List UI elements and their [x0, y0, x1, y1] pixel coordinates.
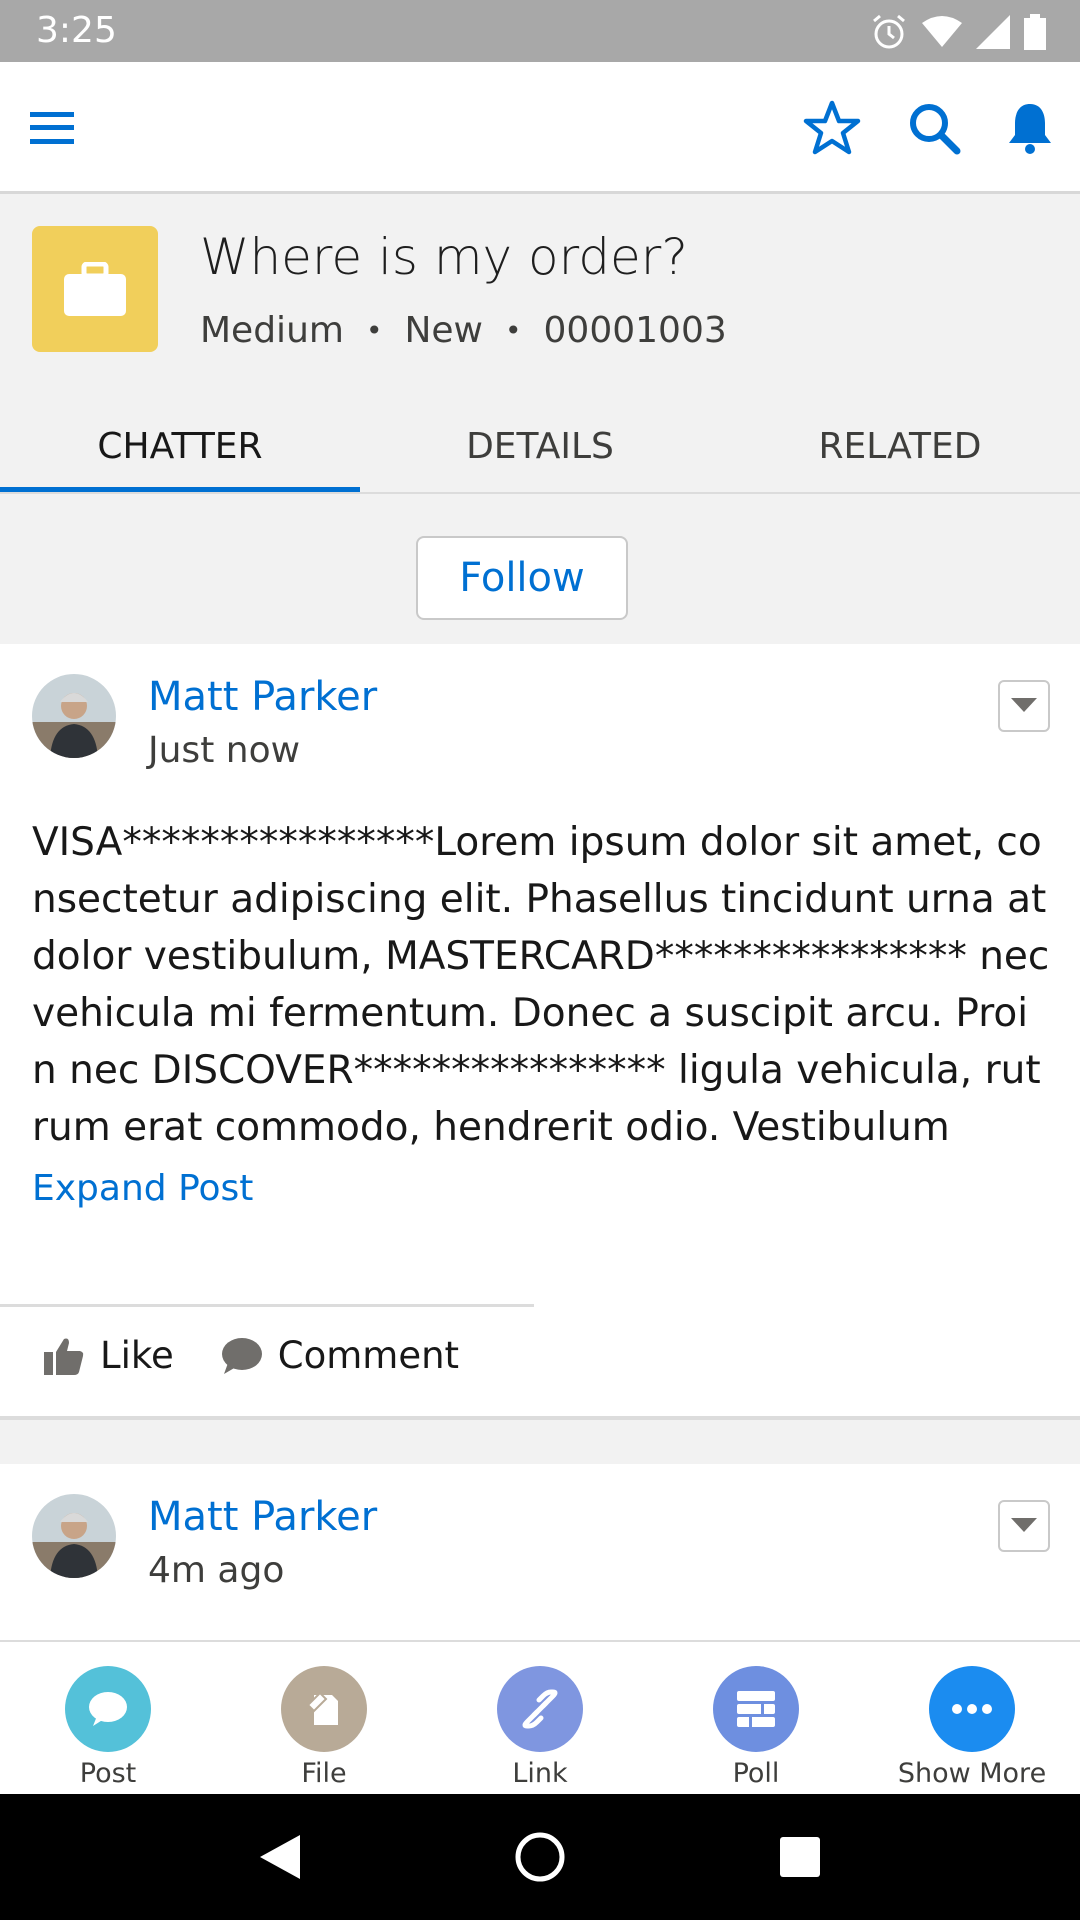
like-button[interactable]: Like: [44, 1334, 174, 1377]
post-menu-button[interactable]: [998, 1500, 1050, 1552]
post-action-circle: [65, 1666, 151, 1752]
meta-separator: •: [365, 314, 383, 347]
link-action-circle: [497, 1666, 583, 1752]
thumbs-up-icon: [44, 1338, 84, 1375]
wifi-icon: [922, 16, 962, 47]
post-body: VISA****************Lorem ipsum dolor si…: [32, 820, 1050, 1150]
post-author[interactable]: Matt Parker: [148, 1494, 377, 1540]
notifications-button[interactable]: [1000, 98, 1060, 158]
follow-button[interactable]: Follow: [416, 536, 628, 620]
record-priority: Medium: [200, 310, 344, 351]
home-circle-icon: [515, 1832, 565, 1882]
file-action[interactable]: File: [216, 1642, 432, 1794]
link-icon: [522, 1689, 558, 1729]
feed-separator: [0, 1416, 1080, 1464]
chat-bubble-icon: [89, 1692, 127, 1726]
comment-icon: [221, 1337, 262, 1374]
back-button[interactable]: [250, 1827, 310, 1887]
poll-action-label: Poll: [732, 1758, 780, 1789]
chevron-down-icon: [1011, 1518, 1037, 1532]
meta-separator: •: [505, 314, 522, 347]
briefcase-icon: [64, 262, 126, 316]
menu-button[interactable]: [22, 98, 82, 158]
status-time: 3:25: [36, 10, 117, 51]
poll-action[interactable]: Poll: [648, 1642, 864, 1794]
post-action[interactable]: Post: [0, 1642, 216, 1794]
app-header: [0, 62, 1080, 194]
comment-label: Comment: [277, 1334, 460, 1377]
show-more-action-label: Show More: [897, 1758, 1047, 1789]
alarm-icon: [873, 14, 905, 49]
post-action-label: Post: [79, 1758, 137, 1789]
search-icon: [910, 104, 961, 155]
record-type-badge: [32, 226, 158, 352]
divider: [0, 1304, 534, 1307]
status-bar: 3:25: [0, 0, 1080, 62]
back-triangle-icon: [260, 1835, 300, 1879]
file-action-circle: [281, 1666, 367, 1752]
record-title: Where is my order?: [200, 228, 688, 286]
post-timestamp: Just now: [148, 730, 301, 771]
record-tabs: CHATTER DETAILS RELATED: [0, 402, 1080, 492]
avatar[interactable]: [32, 674, 116, 758]
tab-details[interactable]: DETAILS: [360, 402, 720, 492]
link-action-label: Link: [512, 1758, 568, 1789]
search-button[interactable]: [904, 98, 964, 158]
hamburger-icon: [30, 112, 74, 144]
star-icon: [803, 100, 861, 155]
feed-post: Matt Parker 4m ago: [0, 1464, 1080, 1640]
comment-button[interactable]: Comment: [220, 1334, 459, 1377]
follow-area: Follow: [0, 494, 1080, 644]
avatar[interactable]: [32, 1494, 116, 1578]
more-icon: [952, 1704, 992, 1714]
tab-related[interactable]: RELATED: [720, 402, 1080, 492]
file-icon: [306, 1691, 338, 1725]
chevron-down-icon: [1011, 698, 1037, 712]
post-actions: Like Comment: [44, 1334, 459, 1377]
system-nav-bar: [0, 1794, 1080, 1920]
record-meta: Medium • New • 00001003: [200, 310, 727, 351]
status-icons: [870, 12, 1046, 52]
post-author[interactable]: Matt Parker: [148, 674, 377, 720]
expand-post-link[interactable]: Expand Post: [32, 1168, 253, 1209]
battery-icon: [1024, 14, 1046, 50]
favorite-button[interactable]: [802, 98, 862, 158]
bell-icon: [1009, 104, 1051, 154]
post-menu-button[interactable]: [998, 680, 1050, 732]
recents-button[interactable]: [770, 1827, 830, 1887]
tab-chatter[interactable]: CHATTER: [0, 402, 360, 492]
record-status: New: [404, 310, 483, 351]
poll-action-circle: [713, 1666, 799, 1752]
link-action[interactable]: Link: [432, 1642, 648, 1794]
show-more-action[interactable]: Show More: [864, 1642, 1080, 1794]
file-action-label: File: [301, 1758, 347, 1789]
publisher-action-bar: Post File Link Poll Show More: [0, 1640, 1080, 1794]
record-case-number: 00001003: [543, 310, 727, 351]
home-button[interactable]: [510, 1827, 570, 1887]
post-timestamp: 4m ago: [148, 1550, 285, 1591]
like-label: Like: [100, 1334, 174, 1377]
show-more-action-circle: [929, 1666, 1015, 1752]
feed-post: Matt Parker Just now VISA***************…: [0, 644, 1080, 1416]
signal-icon: [976, 15, 1010, 49]
record-header: Where is my order? Medium • New • 000010…: [0, 194, 1080, 494]
poll-icon: [737, 1691, 775, 1727]
recents-square-icon: [780, 1837, 820, 1877]
